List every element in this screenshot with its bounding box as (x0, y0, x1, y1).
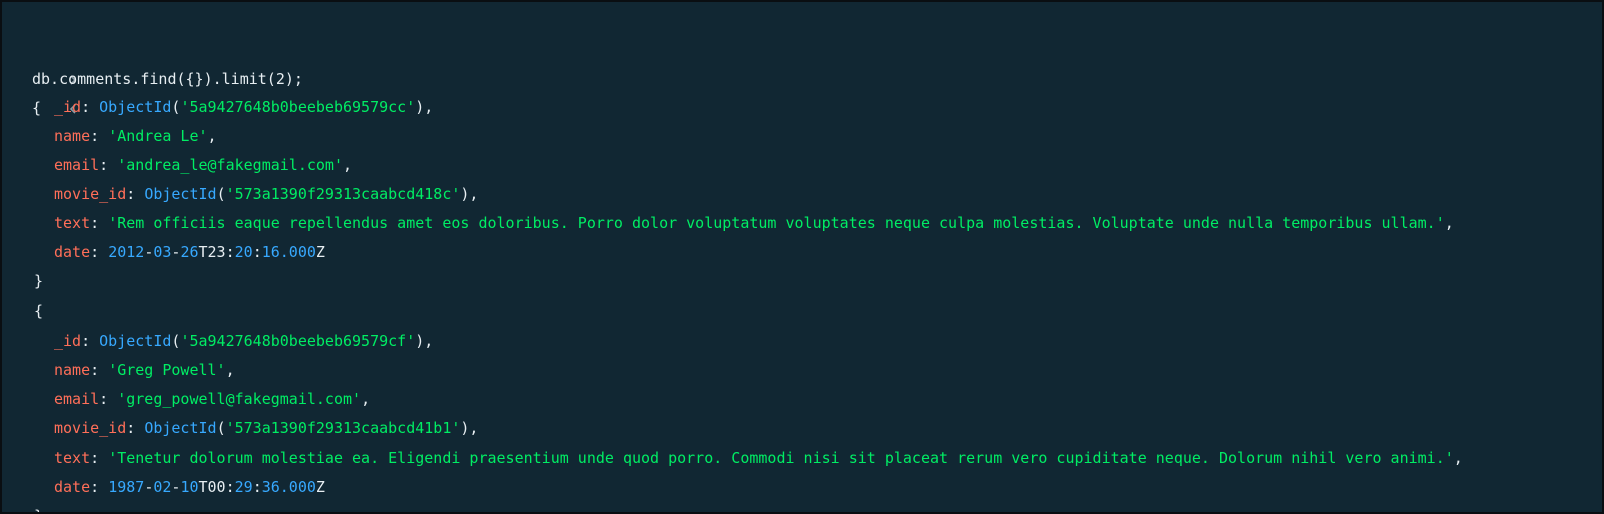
doc-1-email-line: email: 'andrea_le@fakegmail.com', (54, 156, 353, 174)
doc-1-id-line: _id: ObjectId('5a9427648b0beebeb69579cc'… (54, 98, 434, 116)
doc-1-close-line: } (2, 236, 1602, 290)
doc-2-date-line: date: 1987-02-10T00:29:36.000Z (54, 478, 325, 496)
doc-1-movie-id-line: movie_id: ObjectId('573a1390f29313caabcd… (54, 185, 479, 203)
result-open-line: { (2, 33, 1602, 117)
doc-2-text-line: text: 'Tenetur dolorum molestiae ea. Eli… (54, 449, 1463, 467)
doc-2-close-line: } (2, 471, 1602, 512)
doc-1-text-line: text: 'Rem officiis eaque repellendus am… (54, 214, 1454, 232)
doc-2-email-line: email: 'greg_powell@fakegmail.com', (54, 390, 371, 408)
mongo-shell-output: db.comments.find({}).limit(2); { _id: Ob… (0, 0, 1604, 514)
doc-1-name-line: name: 'Andrea Le', (54, 127, 217, 145)
doc-2-name-line: name: 'Greg Powell', (54, 361, 235, 379)
doc-2-movie-id-line: movie_id: ObjectId('573a1390f29313caabcd… (54, 419, 479, 437)
close-brace: } (34, 501, 43, 512)
command-line[interactable]: db.comments.find({}).limit(2); (2, 4, 1602, 88)
doc-1-date-line: date: 2012-03-26T23:20:16.000Z (54, 243, 325, 261)
doc-2-open-line: { (2, 266, 1602, 320)
doc-2-id-line: _id: ObjectId('5a9427648b0beebeb69579cf'… (54, 332, 434, 350)
